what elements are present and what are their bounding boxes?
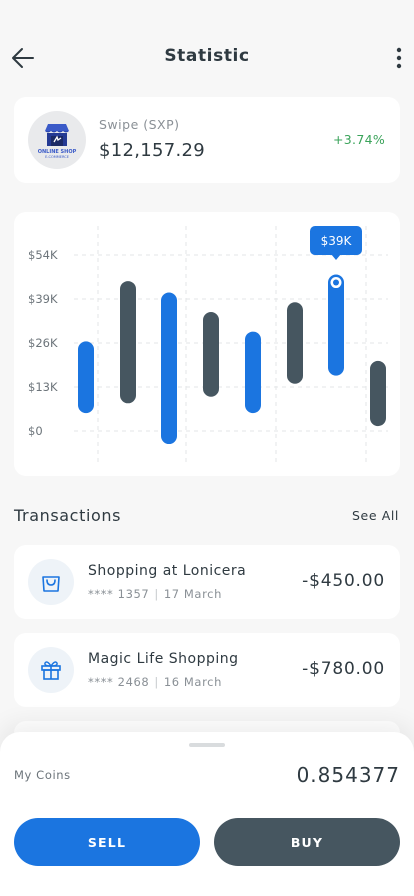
candle-bar	[78, 341, 94, 414]
header: Statistic	[0, 0, 414, 110]
candle-bar	[161, 292, 177, 445]
tooltip-label: $39K	[321, 234, 353, 248]
y-tick-label: $26K	[28, 336, 58, 350]
tooltip-pointer	[331, 254, 341, 260]
transaction-card: **** 1357	[88, 587, 150, 601]
shopping-bag-icon	[42, 576, 60, 592]
transaction-name: Magic Life Shopping	[88, 651, 239, 667]
my-coins-sheet: My Coins 0.854377 SELL BUY	[0, 732, 414, 896]
candle-bar	[120, 281, 136, 404]
candle-bar	[245, 331, 261, 414]
transaction-meta: **** 2468 | 16 March	[88, 675, 222, 689]
gift-icon-wrap	[28, 647, 74, 693]
store-icon	[45, 123, 69, 146]
y-tick-label: $39K	[28, 292, 58, 306]
my-coins-label: My Coins	[14, 768, 71, 782]
online-shop-logo: ONLINE SHOP E-COMMERCE	[28, 111, 86, 169]
page-title: Statistic	[164, 46, 250, 66]
coin-change: +3.74%	[333, 132, 385, 147]
transaction-name: Shopping at Lonicera	[88, 563, 247, 579]
coin-price: $12,157.29	[99, 140, 206, 161]
y-tick-label: $54K	[28, 248, 58, 262]
buy-button[interactable]: BUY	[214, 818, 400, 866]
transaction-date: 17 March	[163, 587, 222, 601]
shopping-bag-icon-wrap	[28, 559, 74, 605]
transaction-item[interactable]: Shopping at Lonicera **** 1357 | 17 March …	[14, 545, 400, 619]
y-tick-label: $13K	[28, 380, 58, 394]
candle-bar	[370, 360, 386, 427]
selected-point-dot	[333, 279, 339, 286]
see-all-link[interactable]: See All	[352, 508, 399, 523]
logo-subtext: E-COMMERCE	[45, 154, 69, 159]
candle-bar	[203, 312, 219, 397]
gift-icon	[41, 661, 61, 680]
price-chart-card: $54K $39K $26K $13K $0 $39K	[14, 212, 400, 476]
transaction-amount: -$780.00	[302, 659, 385, 679]
transaction-amount: -$450.00	[302, 571, 385, 591]
transaction-date: 16 March	[163, 675, 222, 689]
candle-bar	[287, 302, 303, 384]
more-vertical-icon	[396, 47, 402, 69]
sell-button[interactable]: SELL	[14, 818, 200, 866]
price-chart[interactable]: $54K $39K $26K $13K $0 $39K	[14, 212, 400, 476]
y-tick-label: $0	[28, 424, 43, 438]
coin-card[interactable]: ONLINE SHOP E-COMMERCE Swipe (SXP) $12,1…	[14, 97, 400, 183]
more-options-button[interactable]	[388, 44, 408, 72]
transactions-title: Transactions	[14, 506, 122, 525]
transaction-item[interactable]: Magic Life Shopping **** 2468 | 16 March -…	[14, 633, 400, 707]
candle-bar	[328, 274, 344, 376]
transaction-card: **** 2468	[88, 675, 150, 689]
sheet-handle[interactable]	[189, 743, 225, 747]
coin-name: Swipe (SXP)	[99, 117, 180, 132]
transaction-meta: **** 1357 | 17 March	[88, 587, 222, 601]
my-coins-value: 0.854377	[296, 763, 400, 787]
